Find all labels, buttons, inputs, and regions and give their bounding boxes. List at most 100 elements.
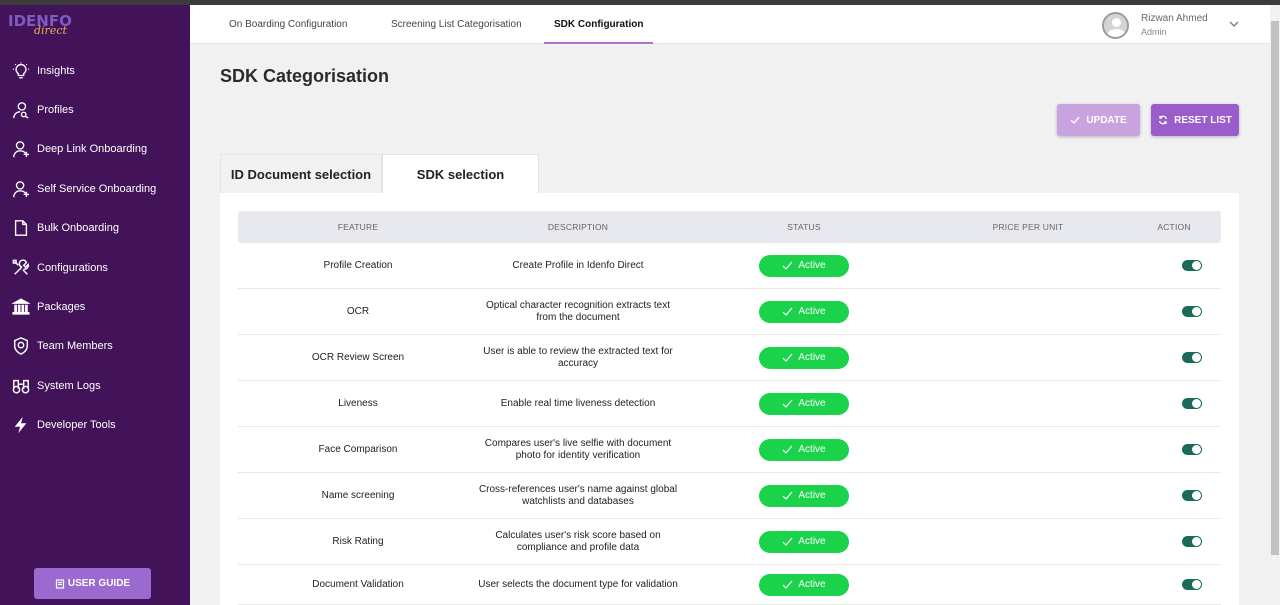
reset-list-button[interactable]: RESET LIST [1151, 104, 1239, 136]
check-icon [782, 445, 793, 454]
status-cell: Active [758, 565, 850, 604]
status-cell: Active [758, 427, 850, 472]
sidebar-item-deep-link-onboarding[interactable]: Deep Link Onboarding [0, 130, 190, 169]
feature-toggle[interactable] [1182, 536, 1202, 547]
user-guide-button[interactable]: USER GUIDE [34, 568, 151, 599]
description-line-2: compliance and profile data [516, 541, 640, 553]
sidebar-item-profiles[interactable]: Profiles [0, 90, 190, 129]
feature-toggle[interactable] [1182, 398, 1202, 409]
status-label: Active [798, 489, 826, 501]
toggle-knob [1192, 580, 1201, 589]
update-button[interactable]: UPDATE [1057, 104, 1140, 136]
sidebar-item-bulk-onboarding[interactable]: Bulk Onboarding [0, 209, 190, 248]
tab-label: SDK Configuration [554, 19, 644, 30]
status-label: Active [798, 443, 826, 455]
status-cell: Active [758, 473, 850, 518]
scrollbar-thumb[interactable] [1271, 21, 1279, 555]
price-cell [978, 381, 1078, 426]
tab-sdk-configuration[interactable]: SDK Configuration [544, 5, 654, 44]
sidebar-item-developer-tools[interactable]: Developer Tools [0, 406, 190, 445]
description-line-2: watchlists and databases [522, 495, 634, 507]
update-label: UPDATE [1086, 114, 1127, 126]
logo-sub-text: direct [34, 24, 67, 37]
app-logo[interactable]: IDENFO direct [8, 10, 78, 40]
sidebar-nav: Insights Profiles Deep Link Onboarding S… [0, 51, 190, 445]
sidebar: IDENFO direct Insights Profiles Deep Lin… [0, 5, 190, 605]
feature-toggle[interactable] [1182, 306, 1202, 317]
description-line-1: User is able to review the extracted tex… [483, 345, 673, 357]
status-badge: Active [759, 392, 849, 415]
feature-cell: Liveness [338, 397, 378, 409]
price-cell [978, 427, 1078, 472]
feature-toggle[interactable] [1182, 490, 1202, 501]
action-cell [1174, 289, 1210, 334]
sdk-table-card: FEATURE DESCRIPTION STATUS PRICE PER UNI… [220, 193, 1239, 605]
tab-id-document-selection[interactable]: ID Document selection [220, 154, 382, 193]
description-line-2: photo for identity verification [515, 449, 641, 461]
sidebar-item-self-service-onboarding[interactable]: Self Service Onboarding [0, 169, 190, 208]
status-label: Active [798, 535, 826, 547]
feature-cell: OCR [346, 305, 370, 317]
status-cell: Active [758, 519, 850, 564]
description-cell: Optical character recognition extracts t… [448, 289, 708, 334]
top-navigation: On Boarding Configuration Screening List… [190, 5, 1270, 44]
user-menu[interactable]: Rizwan Ahmed Admin [1102, 11, 1252, 39]
sidebar-item-label: Insights [37, 64, 75, 77]
action-cell [1174, 381, 1210, 426]
user-add-icon [11, 179, 31, 199]
tab-onboarding-configuration[interactable]: On Boarding Configuration [229, 5, 347, 44]
user-add-icon [11, 139, 31, 159]
toggle-knob [1192, 537, 1201, 546]
reset-list-label: RESET LIST [1174, 114, 1232, 126]
sidebar-item-label: Team Members [37, 340, 113, 353]
description-cell: Enable real time liveness detection [448, 381, 708, 426]
price-cell [978, 243, 1078, 288]
action-cell [1174, 427, 1210, 472]
sidebar-item-configurations[interactable]: Configurations [0, 248, 190, 287]
table-row: Name screening Cross-references user's na… [238, 473, 1221, 519]
feature-toggle[interactable] [1182, 352, 1202, 363]
status-badge: Active [759, 573, 849, 596]
feature-cell: Name screening [321, 489, 395, 501]
check-icon [782, 491, 793, 500]
sidebar-item-label: Bulk Onboarding [37, 222, 119, 235]
avatar[interactable] [1102, 12, 1129, 39]
price-cell [978, 565, 1078, 604]
check-icon [782, 399, 793, 408]
tab-screening-list-categorisation[interactable]: Screening List Categorisation [391, 5, 522, 44]
sidebar-item-packages[interactable]: Packages [0, 287, 190, 326]
status-cell: Active [758, 335, 850, 380]
feature-toggle[interactable] [1182, 260, 1202, 271]
profiles-icon [11, 100, 31, 120]
feature-toggle[interactable] [1182, 444, 1202, 455]
subtab-label: ID Document selection [230, 166, 372, 182]
chevron-down-icon[interactable] [1228, 18, 1240, 30]
description-cell: Cross-references user's name against glo… [448, 473, 708, 518]
sidebar-item-label: Developer Tools [37, 419, 116, 432]
sidebar-item-insights[interactable]: Insights [0, 51, 190, 90]
check-icon [782, 353, 793, 362]
tab-sdk-selection[interactable]: SDK selection [382, 154, 539, 194]
description-line-1: User selects the document type for valid… [478, 578, 678, 590]
description-line-1: Optical character recognition extracts t… [486, 299, 670, 311]
description-line-1: Enable real time liveness detection [500, 397, 656, 409]
document-icon [11, 218, 31, 238]
check-icon [1070, 116, 1080, 124]
table-row: OCR Review Screen User is able to review … [238, 335, 1221, 381]
description-line-1: Create Profile in Idenfo Direct [512, 259, 644, 271]
status-badge: Active [759, 254, 849, 277]
feature-toggle[interactable] [1182, 579, 1202, 590]
description-line-2: from the document [536, 311, 620, 323]
scrollbar[interactable] [1270, 5, 1280, 605]
sidebar-item-team-members[interactable]: Team Members [0, 327, 190, 366]
status-cell: Active [758, 381, 850, 426]
description-line-2: accuracy [557, 357, 598, 369]
toggle-knob [1192, 307, 1201, 316]
sidebar-item-system-logs[interactable]: System Logs [0, 366, 190, 405]
column-header-feature: FEATURE [337, 222, 379, 232]
description-cell: Compares user's live selfie with documen… [448, 427, 708, 472]
column-header-action: ACTION [1157, 222, 1191, 232]
binoculars-icon [11, 376, 31, 396]
sidebar-item-label: System Logs [37, 379, 101, 392]
price-cell [978, 519, 1078, 564]
